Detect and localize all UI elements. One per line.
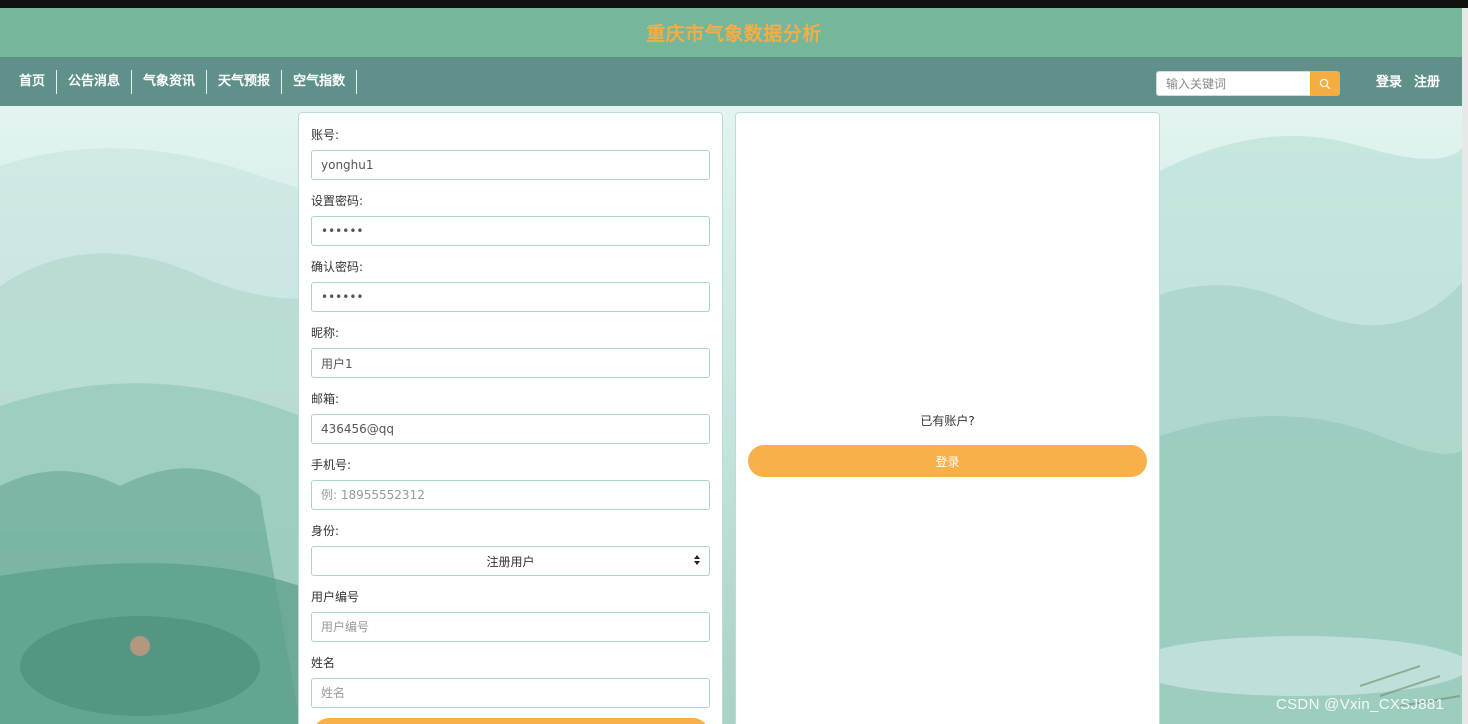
nav-item-home[interactable]: 首页 bbox=[8, 70, 58, 94]
identity-label: 身份: bbox=[311, 524, 340, 538]
top-strip bbox=[0, 0, 1468, 8]
account-label: 账号: bbox=[311, 128, 340, 142]
search-input[interactable] bbox=[1156, 71, 1310, 96]
nickname-input[interactable] bbox=[311, 348, 710, 378]
user-no-input[interactable] bbox=[311, 612, 710, 642]
nav-menu: 首页 公告消息 气象资讯 天气预报 空气指数 bbox=[8, 70, 358, 94]
identity-select[interactable]: 注册用户 bbox=[311, 546, 710, 576]
confirm-password-label: 确认密码: bbox=[311, 260, 364, 274]
page-scrollbar[interactable] bbox=[1462, 8, 1468, 724]
phone-input[interactable] bbox=[311, 480, 710, 510]
nav-item-notices[interactable]: 公告消息 bbox=[57, 70, 133, 94]
select-caret-icon bbox=[694, 555, 700, 565]
phone-label: 手机号: bbox=[311, 458, 352, 472]
search-icon bbox=[1319, 78, 1331, 89]
submit-button[interactable] bbox=[313, 718, 709, 724]
account-input[interactable] bbox=[311, 150, 710, 180]
email-input[interactable] bbox=[311, 414, 710, 444]
search-button[interactable] bbox=[1310, 71, 1340, 96]
email-label: 邮箱: bbox=[311, 392, 340, 406]
watermark: CSDN @Vxin_CXSJ881 bbox=[1276, 696, 1445, 713]
site-title-bar: 重庆市气象数据分析 bbox=[0, 8, 1468, 57]
landscape-background bbox=[0, 106, 1468, 724]
register-form: 账号: 设置密码: 确认密码: 昵称: 邮箱: 手机号: 身份: 注册用户 用户… bbox=[298, 112, 723, 724]
nav-item-air-index[interactable]: 空气指数 bbox=[282, 70, 358, 94]
user-no-label: 用户编号 bbox=[311, 590, 360, 604]
nav-item-weather-news[interactable]: 气象资讯 bbox=[132, 70, 208, 94]
login-panel: 已有账户? 登录 bbox=[735, 112, 1160, 724]
have-account-text: 已有账户? bbox=[920, 414, 975, 428]
password-label: 设置密码: bbox=[311, 194, 364, 208]
name-input[interactable] bbox=[311, 678, 710, 708]
confirm-password-input[interactable] bbox=[311, 282, 710, 312]
site-title: 重庆市气象数据分析 bbox=[646, 23, 822, 45]
login-button[interactable]: 登录 bbox=[748, 445, 1147, 477]
identity-selected-value: 注册用户 bbox=[486, 554, 535, 569]
auth-links: 登录 注册 bbox=[1376, 73, 1440, 93]
register-link[interactable]: 注册 bbox=[1414, 73, 1440, 93]
login-link[interactable]: 登录 bbox=[1376, 73, 1402, 93]
nav-item-forecast[interactable]: 天气预报 bbox=[207, 70, 283, 94]
name-label: 姓名 bbox=[311, 656, 336, 670]
nickname-label: 昵称: bbox=[311, 326, 340, 340]
password-input[interactable] bbox=[311, 216, 710, 246]
search-bar bbox=[1156, 71, 1340, 96]
